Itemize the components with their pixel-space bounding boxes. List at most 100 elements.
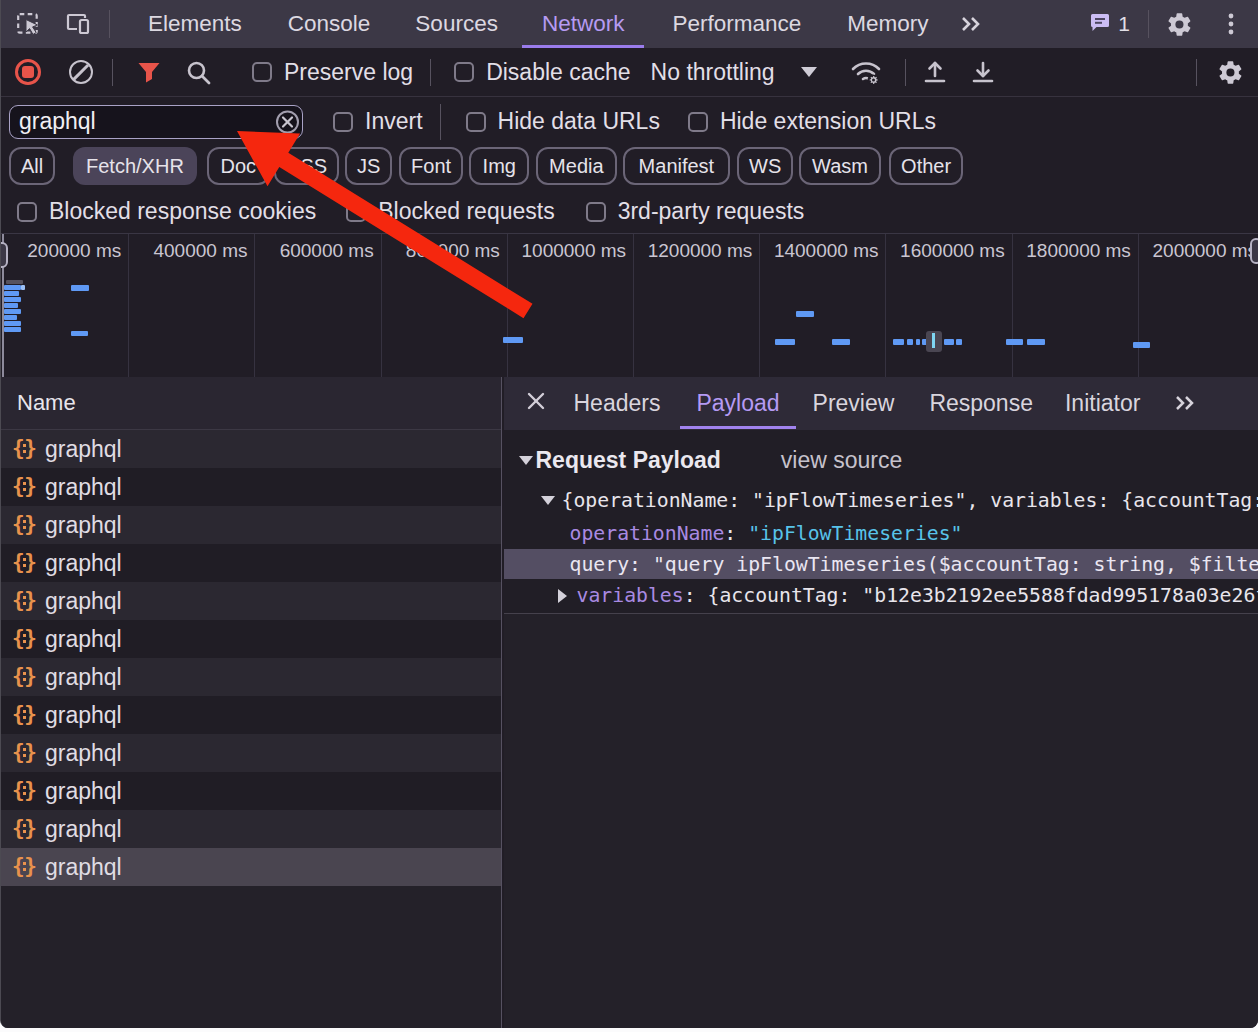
view-source-link[interactable]: view source (781, 447, 902, 474)
request-row[interactable]: {}graphql (1, 658, 501, 696)
request-name: graphql (45, 474, 122, 501)
toolbar-divider (1196, 59, 1197, 86)
tab-preview[interactable]: Preview (813, 377, 895, 430)
payload-key: variables (577, 584, 684, 607)
timeline-label: 600000 ms (280, 240, 374, 262)
network-overview-timeline[interactable]: 200000 ms400000 ms600000 ms800000 ms1000… (1, 233, 1258, 377)
request-row[interactable]: {}graphql (1, 544, 501, 582)
request-row[interactable]: {}graphql (1, 810, 501, 848)
payload-variables-row[interactable]: variables: {accountTag: "b12e3b2192ee558… (504, 580, 1258, 611)
chip-js[interactable]: JS (345, 147, 392, 185)
invert-checkbox[interactable] (333, 112, 353, 132)
chip-manifest[interactable]: Manifest (623, 147, 730, 185)
timeline-request-bar (944, 339, 954, 345)
settings-gear-icon[interactable] (1166, 11, 1192, 37)
tab-label: Network (542, 11, 625, 37)
request-row[interactable]: {}graphql (1, 696, 501, 734)
chip-img[interactable]: Img (469, 147, 529, 185)
tab-console[interactable]: Console (284, 0, 375, 48)
request-name: graphql (45, 664, 122, 691)
third-party-requests-checkbox[interactable] (586, 202, 606, 222)
tab-performance[interactable]: Performance (668, 0, 805, 48)
tab-elements[interactable]: Elements (144, 0, 246, 48)
device-toolbar-icon[interactable] (65, 11, 91, 37)
payload-root-row[interactable]: {operationName: "ipFlowTimeseries", vari… (504, 484, 1258, 516)
tab-response[interactable]: Response (929, 377, 1033, 430)
toolbar-divider (1148, 10, 1149, 38)
request-row[interactable]: {}graphql (1, 468, 501, 506)
disable-cache-checkbox[interactable] (454, 62, 474, 82)
clear-filter-icon[interactable] (276, 110, 299, 133)
chip-fetch-xhr[interactable]: Fetch/XHR (73, 147, 197, 185)
filter-input[interactable]: graphql (9, 105, 303, 139)
request-name: graphql (45, 550, 122, 577)
chip-label: Img (483, 155, 516, 178)
variables-expand-icon[interactable] (558, 589, 567, 603)
request-row[interactable]: {}graphql (1, 430, 501, 468)
tab-initiator[interactable]: Initiator (1065, 377, 1140, 430)
request-payload-collapse-icon[interactable] (519, 456, 533, 465)
close-details-icon[interactable] (526, 391, 546, 417)
tab-headers[interactable]: Headers (574, 377, 661, 430)
root-collapse-icon[interactable] (541, 496, 555, 505)
network-settings-gear-icon[interactable] (1217, 59, 1243, 85)
more-details-tabs-icon[interactable] (1170, 391, 1198, 417)
overview-left-grip-handle[interactable] (1, 242, 8, 268)
request-name: graphql (45, 816, 122, 843)
request-row[interactable]: {}graphql (1, 734, 501, 772)
more-tabs-icon[interactable] (955, 11, 985, 37)
blocked-response-cookies-checkbox[interactable] (17, 202, 37, 222)
filter-icon[interactable] (136, 59, 162, 85)
hide-extension-urls-label: Hide extension URLs (720, 108, 936, 135)
chip-all[interactable]: All (9, 147, 55, 185)
clear-network-log-icon[interactable] (69, 60, 93, 84)
import-har-icon[interactable] (922, 59, 948, 85)
timeline-label: 1200000 ms (648, 240, 753, 262)
overview-right-grip-handle[interactable] (1250, 238, 1258, 264)
timeline-column: 1600000 ms (887, 234, 1013, 377)
tab-sources[interactable]: Sources (411, 0, 502, 48)
tab-label: Elements (148, 11, 242, 37)
tab-network[interactable]: Network (538, 0, 629, 48)
toolbar-divider (430, 59, 431, 86)
request-name: graphql (45, 588, 122, 615)
tab-payload[interactable]: Payload (696, 377, 779, 430)
payload-query-row[interactable]: query: "query ipFlowTimeseries($accountT… (504, 549, 1258, 579)
chip-css[interactable]: CSS (274, 147, 339, 185)
hide-data-urls-checkbox[interactable] (466, 112, 486, 132)
export-har-icon[interactable] (970, 59, 996, 85)
throttling-caret-icon[interactable] (801, 67, 817, 77)
request-name: graphql (45, 778, 122, 805)
throttling-select[interactable]: No throttling (651, 59, 775, 86)
chip-ws[interactable]: WS (737, 147, 793, 185)
timeline-request-bar (775, 339, 795, 345)
chip-media[interactable]: Media (536, 147, 616, 185)
request-row[interactable]: {}graphql (1, 772, 501, 810)
name-column-header[interactable]: Name (1, 377, 501, 430)
inspect-icon[interactable] (15, 11, 41, 37)
chip-doc[interactable]: Doc (207, 147, 270, 185)
timeline-selected-marker (926, 331, 942, 352)
request-row[interactable]: {}graphql (1, 620, 501, 658)
record-button[interactable] (15, 59, 41, 85)
request-name: graphql (45, 740, 122, 767)
chip-font[interactable]: Font (399, 147, 463, 185)
blocked-requests-checkbox[interactable] (346, 202, 366, 222)
preserve-log-checkbox[interactable] (252, 62, 272, 82)
network-conditions-icon[interactable] (849, 59, 883, 85)
request-row[interactable]: {}graphql (1, 848, 501, 886)
search-icon[interactable] (185, 59, 211, 85)
timeline-column: 1200000 ms (634, 234, 760, 377)
hide-extension-urls-checkbox[interactable] (688, 112, 708, 132)
chip-wasm[interactable]: Wasm (799, 147, 881, 185)
kebab-menu-icon[interactable] (1226, 11, 1236, 37)
payload-operation-row[interactable]: operationName: "ipFlowTimeseries" (504, 518, 1258, 548)
request-row[interactable]: {}graphql (1, 506, 501, 544)
tab-memory[interactable]: Memory (843, 0, 932, 48)
request-row[interactable]: {}graphql (1, 582, 501, 620)
chip-other[interactable]: Other (889, 147, 963, 185)
third-party-requests-label: 3rd-party requests (618, 198, 805, 225)
timeline-label: 1400000 ms (774, 240, 879, 262)
filter-input-value: graphql (19, 108, 96, 135)
issues-icon[interactable] (1089, 11, 1111, 37)
